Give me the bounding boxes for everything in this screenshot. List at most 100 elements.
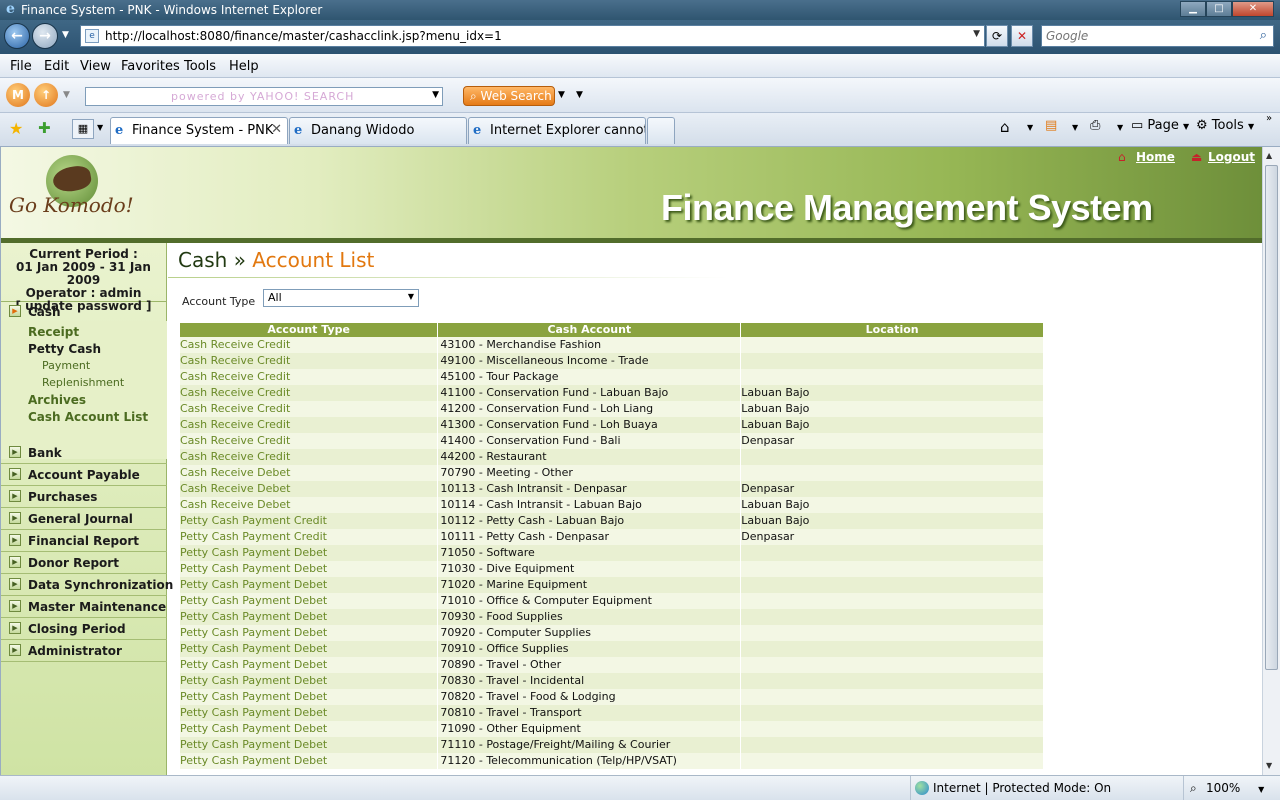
sidebar-item-closing-period[interactable]: ▶ Closing Period (1, 618, 167, 640)
security-zone[interactable]: Internet | Protected Mode: On (910, 776, 1111, 800)
messenger-icon[interactable]: M (6, 83, 30, 107)
history-dropdown-icon[interactable]: ▼ (62, 30, 69, 40)
upload-icon[interactable]: ↑ (34, 83, 58, 107)
table-row[interactable]: Petty Cash Payment Credit 10111 - Petty C… (180, 529, 1044, 545)
table-row[interactable]: Cash Receive Debet 10113 - Cash Intransit… (180, 481, 1044, 497)
home-link[interactable]: Home (1136, 150, 1175, 164)
new-tab-button[interactable] (647, 117, 675, 144)
tab-ie-cannot-display[interactable]: e Internet Explorer cannot di... (468, 117, 646, 144)
web-search-dropdown-icon[interactable]: ▼ (558, 90, 565, 100)
print-icon[interactable]: ⎙ (1090, 118, 1100, 133)
table-row[interactable]: Petty Cash Payment Debet 70910 - Office S… (180, 641, 1044, 657)
sidebar-item-donor-report[interactable]: ▶ Donor Report (1, 552, 167, 574)
table-row[interactable]: Cash Receive Debet 70790 - Meeting - Othe… (180, 465, 1044, 481)
table-row[interactable]: Cash Receive Credit 49100 - Miscellaneous… (180, 353, 1044, 369)
column-header-cash-account[interactable]: Cash Account (437, 323, 742, 337)
sidebar-item-general-journal[interactable]: ▶ General Journal (1, 508, 167, 530)
yahoo-search-box[interactable]: powered by YAHOO! SEARCH ▼ (85, 87, 443, 106)
vertical-scrollbar[interactable]: ▲ ▼ (1262, 147, 1280, 775)
back-button[interactable]: ← (4, 23, 30, 49)
table-row[interactable]: Petty Cash Payment Debet 71030 - Dive Equ… (180, 561, 1044, 577)
cell-account-type[interactable]: Petty Cash Payment Debet (180, 561, 439, 577)
tab-danang-widodo[interactable]: e Danang Widodo (289, 117, 467, 144)
table-row[interactable]: Cash Receive Credit 41200 - Conservation … (180, 401, 1044, 417)
menu-view[interactable]: View (80, 59, 111, 74)
table-row[interactable]: Petty Cash Payment Debet 71010 - Office &… (180, 593, 1044, 609)
menu-file[interactable]: File (10, 59, 32, 74)
sidebar-item-master-maintenance[interactable]: ▶ Master Maintenance (1, 596, 167, 618)
table-row[interactable]: Cash Receive Credit 43100 - Merchandise F… (180, 337, 1044, 353)
quick-tabs-icon[interactable]: ▦ (72, 119, 94, 139)
address-url[interactable]: http://localhost:8080/finance/master/cas… (105, 29, 502, 43)
tab-finance-system[interactable]: e Finance System - PNK ✕ (110, 117, 288, 144)
table-row[interactable]: Petty Cash Payment Debet 70830 - Travel -… (180, 673, 1044, 689)
sidebar-item-data-synchronization[interactable]: ▶ Data Synchronization (1, 574, 173, 596)
table-row[interactable]: Petty Cash Payment Debet 70820 - Travel -… (180, 689, 1044, 705)
cell-account-type[interactable]: Petty Cash Payment Debet (180, 705, 439, 721)
sidebar-item-replenishment[interactable]: Replenishment (42, 376, 124, 389)
forward-button[interactable]: → (32, 23, 58, 49)
sidebar-item-administrator[interactable]: ▶ Administrator (1, 640, 167, 662)
cell-account-type[interactable]: Cash Receive Credit (180, 417, 439, 433)
cell-account-type[interactable]: Cash Receive Credit (180, 337, 439, 353)
column-header-account-type[interactable]: Account Type (180, 323, 439, 337)
cell-account-type[interactable]: Cash Receive Credit (180, 385, 439, 401)
table-row[interactable]: Petty Cash Payment Debet 71020 - Marine E… (180, 577, 1044, 593)
search-icon[interactable]: ⌕ (1260, 28, 1267, 43)
cell-account-type[interactable]: Petty Cash Payment Debet (180, 737, 439, 753)
sidebar-item-payment[interactable]: Payment (42, 359, 90, 372)
cell-account-type[interactable]: Cash Receive Debet (180, 481, 439, 497)
table-row[interactable]: Cash Receive Credit 41300 - Conservation … (180, 417, 1044, 433)
toolbar-dropdown-icon[interactable]: ▼ (63, 90, 70, 100)
sidebar-item-purchases[interactable]: ▶ Purchases (1, 486, 167, 508)
cell-account-type[interactable]: Petty Cash Payment Debet (180, 625, 439, 641)
table-row[interactable]: Petty Cash Payment Debet 71110 - Postage/… (180, 737, 1044, 753)
search-input[interactable] (1046, 27, 1246, 45)
address-dropdown-icon[interactable]: ▼ (973, 29, 980, 39)
stop-icon[interactable]: ✕ (1011, 25, 1033, 47)
sidebar-item-petty-cash[interactable]: Petty Cash (28, 342, 101, 356)
yahoo-dropdown-icon[interactable]: ▼ (432, 90, 439, 100)
search-box[interactable]: ⌕ (1041, 25, 1274, 47)
table-row[interactable]: Cash Receive Debet 10114 - Cash Intransit… (180, 497, 1044, 513)
table-row[interactable]: Petty Cash Payment Debet 70890 - Travel -… (180, 657, 1044, 673)
toolbar-overflow-icon[interactable]: » (1266, 113, 1272, 124)
sidebar-item-bank[interactable]: ▶ Bank (1, 442, 167, 464)
table-row[interactable]: Cash Receive Credit 45100 - Tour Package (180, 369, 1044, 385)
sidebar-item-account-payable[interactable]: ▶ Account Payable (1, 464, 167, 486)
table-row[interactable]: Cash Receive Credit 44200 - Restaurant (180, 449, 1044, 465)
sidebar-item-receipt[interactable]: Receipt (28, 325, 79, 339)
home-dropdown-icon[interactable]: ▼ (1027, 123, 1033, 132)
tab-list-dropdown-icon[interactable]: ▼ (97, 123, 103, 132)
close-tab-icon[interactable]: ✕ (271, 122, 282, 137)
cell-account-type[interactable]: Petty Cash Payment Debet (180, 545, 439, 561)
column-header-location[interactable]: Location (740, 323, 1044, 337)
feeds-icon[interactable]: ▤ (1045, 118, 1057, 133)
sidebar-item-archives[interactable]: Archives (28, 393, 86, 407)
cell-account-type[interactable]: Cash Receive Credit (180, 369, 439, 385)
toolbar-options-icon[interactable]: ▼ (576, 90, 583, 100)
close-window-button[interactable]: ✕ (1232, 1, 1274, 17)
table-row[interactable]: Petty Cash Payment Debet 70930 - Food Sup… (180, 609, 1044, 625)
home-icon[interactable]: ⌂ (1000, 118, 1010, 136)
maximize-button[interactable]: □ (1206, 1, 1232, 17)
table-row[interactable]: Petty Cash Payment Debet 71120 - Telecomm… (180, 753, 1044, 769)
cell-account-type[interactable]: Petty Cash Payment Debet (180, 753, 439, 769)
scroll-down-icon[interactable]: ▼ (1266, 761, 1272, 770)
cell-account-type[interactable]: Petty Cash Payment Credit (180, 513, 439, 529)
tools-menu[interactable]: ⚙ Tools ▼ (1196, 118, 1254, 133)
table-row[interactable]: Petty Cash Payment Debet 70920 - Computer… (180, 625, 1044, 641)
print-dropdown-icon[interactable]: ▼ (1117, 123, 1123, 132)
cell-account-type[interactable]: Cash Receive Debet (180, 497, 439, 513)
logout-link[interactable]: Logout (1208, 150, 1255, 164)
table-row[interactable]: Petty Cash Payment Credit 10112 - Petty C… (180, 513, 1044, 529)
sidebar-item-financial-report[interactable]: ▶ Financial Report (1, 530, 167, 552)
feeds-dropdown-icon[interactable]: ▼ (1072, 123, 1078, 132)
menu-tools[interactable]: Tools (184, 59, 216, 74)
table-row[interactable]: Petty Cash Payment Debet 71050 - Software (180, 545, 1044, 561)
cell-account-type[interactable]: Cash Receive Credit (180, 353, 439, 369)
cell-account-type[interactable]: Cash Receive Credit (180, 401, 439, 417)
zoom-control[interactable]: ⌕ 100% ▼ (1183, 776, 1264, 800)
menu-favorites[interactable]: Favorites (121, 59, 180, 74)
refresh-icon[interactable]: ⟳ (986, 25, 1008, 47)
